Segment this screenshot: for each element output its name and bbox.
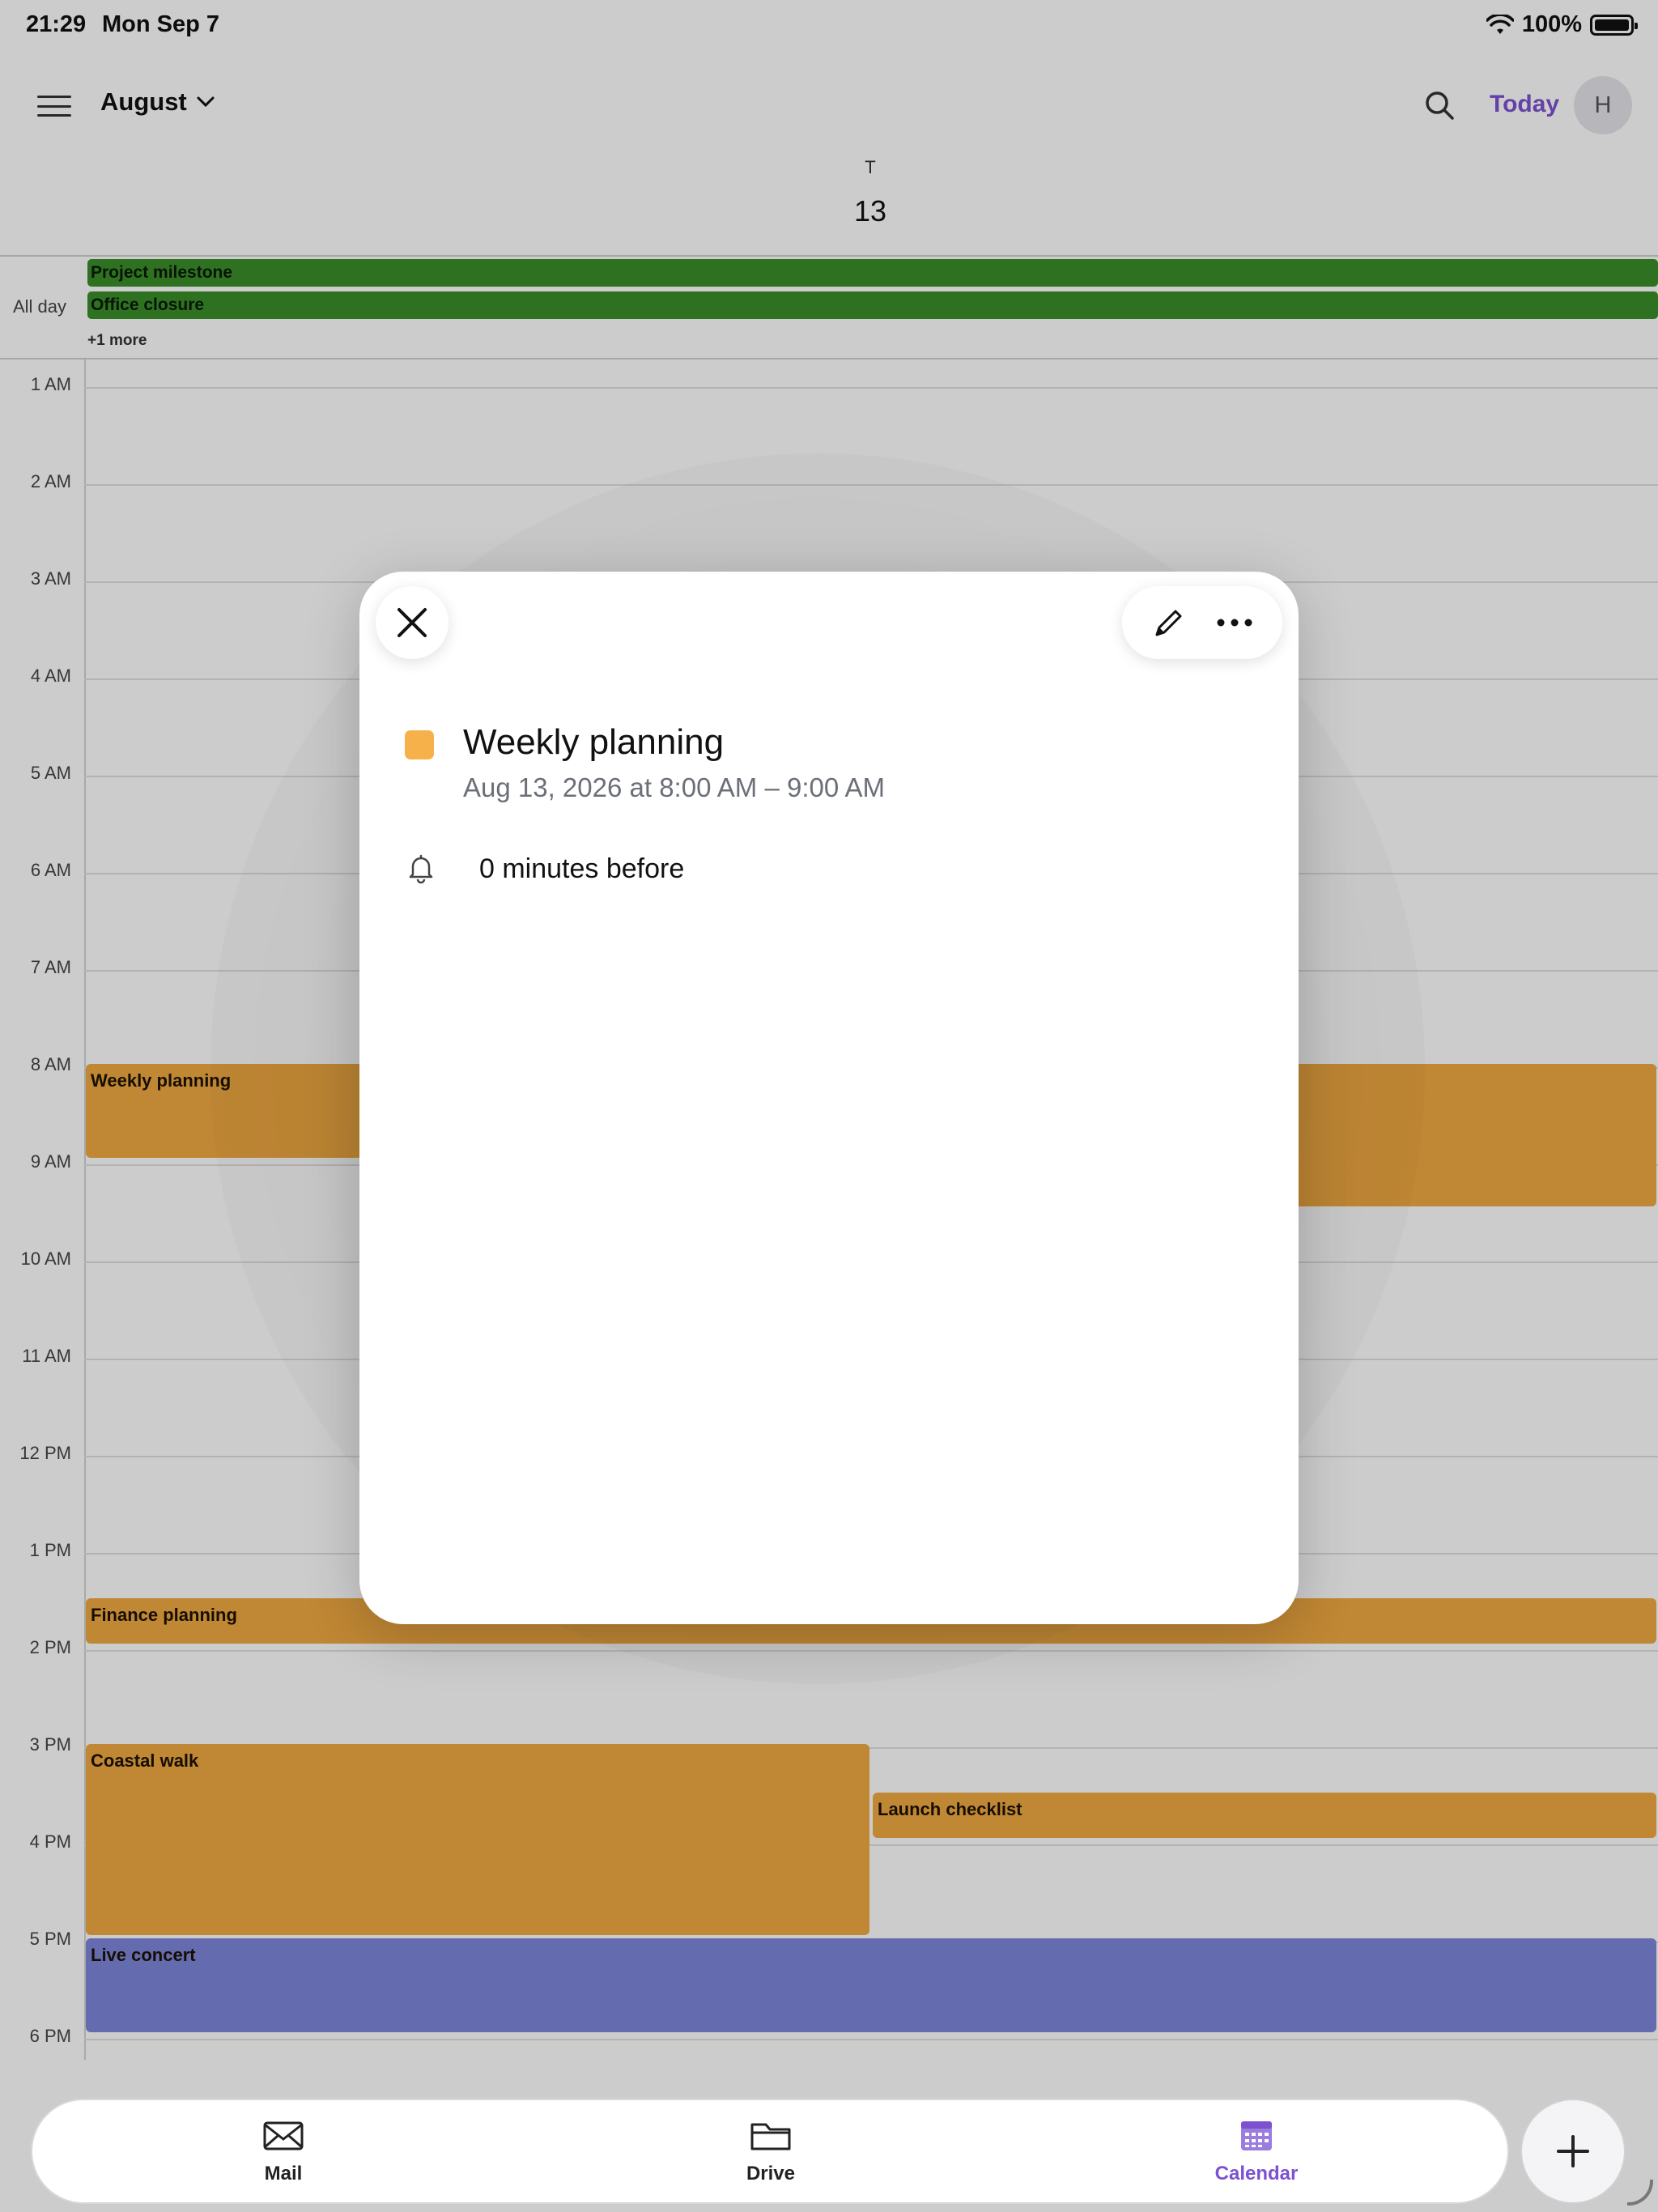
calendar-app: 21:29 Mon Sep 7 100% August Today H T 13… [0, 0, 1658, 2212]
plus-icon [1557, 2135, 1589, 2167]
edit-icon[interactable] [1152, 606, 1186, 640]
bottom-tab-bar: Mail Drive Calendar [31, 2099, 1509, 2204]
modal-actions [1122, 586, 1282, 659]
event-detail-modal: Weekly planning Aug 13, 2026 at 8:00 AM … [359, 572, 1299, 1624]
close-button[interactable] [376, 586, 449, 659]
tab-label: Drive [746, 2163, 796, 2184]
event-color-swatch [405, 730, 434, 759]
tab-label: Calendar [1214, 2163, 1299, 2184]
tab-label: Mail [264, 2163, 303, 2184]
add-event-button[interactable] [1520, 2099, 1626, 2204]
tab-mail[interactable]: Mail [202, 2118, 364, 2185]
folder-icon [750, 2123, 791, 2150]
reminder-text[interactable]: 0 minutes before [479, 853, 684, 885]
bell-icon [409, 854, 433, 884]
event-datetime: Aug 13, 2026 at 8:00 AM – 9:00 AM [463, 772, 886, 802]
tab-drive[interactable]: Drive [690, 2118, 852, 2185]
tab-calendar[interactable]: Calendar [1175, 2118, 1337, 2185]
more-icon[interactable] [1216, 618, 1253, 627]
close-icon [397, 608, 427, 637]
mail-icon [263, 2121, 304, 2150]
calendar-icon [1241, 2121, 1272, 2150]
event-title: Weekly planning [463, 722, 725, 762]
